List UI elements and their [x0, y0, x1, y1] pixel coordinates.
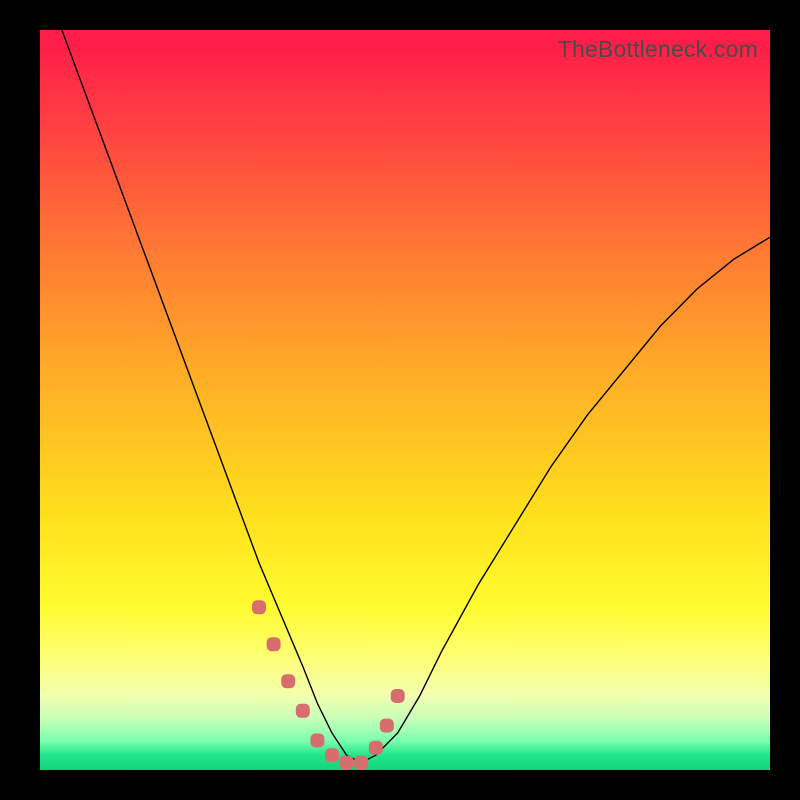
marker-point	[340, 756, 354, 770]
bottleneck-curve	[62, 30, 770, 763]
marker-point	[252, 600, 266, 614]
chart-frame: TheBottleneck.com	[0, 0, 800, 800]
marker-point	[380, 719, 394, 733]
marker-point	[325, 748, 339, 762]
plot-area: TheBottleneck.com	[40, 30, 770, 770]
curve-layer	[40, 30, 770, 770]
marker-point	[267, 637, 281, 651]
marker-point	[391, 689, 405, 703]
marker-point	[281, 674, 295, 688]
marker-point	[369, 741, 383, 755]
marker-point	[310, 733, 324, 747]
marker-point	[354, 756, 368, 770]
marker-point	[296, 704, 310, 718]
highlight-markers	[252, 600, 405, 769]
